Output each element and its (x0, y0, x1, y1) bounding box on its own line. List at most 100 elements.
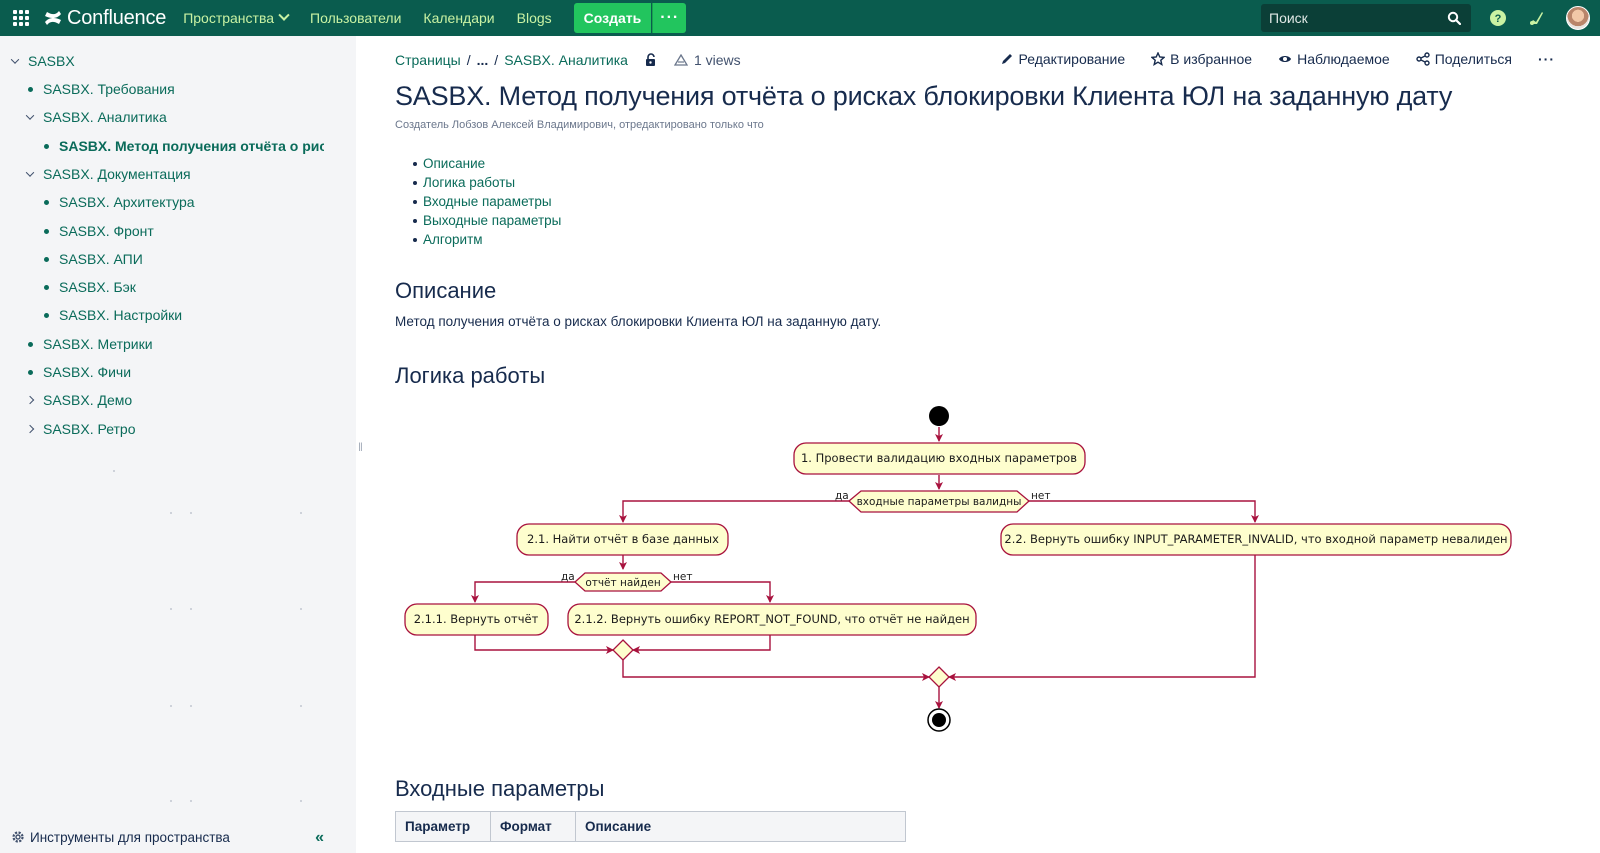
sidebar-item-label: SASBX. Метрики (43, 336, 153, 352)
breadcrumb-pages[interactable]: Страницы (395, 52, 461, 68)
space-tools-button[interactable]: Инструменты для пространства « (0, 821, 356, 853)
nav-blogs-label: Blogs (516, 10, 552, 26)
table-header: Описание (575, 811, 906, 842)
chevron-right-icon[interactable] (24, 423, 36, 435)
toc-link[interactable]: Входные параметры (412, 192, 561, 211)
share-label: Поделиться (1434, 51, 1512, 67)
sidebar-item-label: SASBX. Аналитика (43, 109, 167, 125)
nav-users[interactable]: Пользователи (310, 10, 401, 26)
more-create-button[interactable]: ··· (652, 3, 687, 33)
toc-link[interactable]: Выходные параметры (412, 211, 561, 230)
sidebar-item[interactable]: SASBX. Документация (24, 161, 191, 187)
edit-button[interactable]: Редактирование (1000, 51, 1125, 67)
decorative-dot (113, 470, 115, 472)
heading-description: Описание (395, 278, 497, 303)
sidebar-item[interactable]: SASBX. Требования (24, 76, 175, 102)
sidebar-item[interactable]: SASBX. Ретро (24, 416, 136, 442)
sidebar-item[interactable]: SASBX. Фронт (40, 218, 154, 244)
table-header: Параметр (395, 811, 491, 842)
description-text: Метод получения отчёта о рисках блокиров… (395, 314, 882, 329)
decorative-dot (170, 512, 172, 514)
breadcrumb-analytics[interactable]: SASBX. Аналитика (504, 52, 628, 68)
search-input[interactable]: Поиск (1261, 4, 1471, 32)
sidebar-item[interactable]: SASBX. Аналитика (24, 104, 167, 130)
chevron-down-icon[interactable] (24, 111, 36, 123)
nav-spaces[interactable]: Пространства (183, 9, 290, 26)
notifications-icon[interactable] (1527, 9, 1545, 27)
chevron-right-icon[interactable] (24, 394, 36, 406)
sidebar-item[interactable]: SASBX. Архитектура (40, 189, 195, 215)
chevron-down-icon[interactable] (24, 168, 36, 180)
decorative-dot (170, 608, 172, 610)
unlock-icon[interactable] (644, 53, 658, 67)
sidebar-item-label: SASBX. Документация (43, 166, 191, 182)
watch-button[interactable]: Наблюдаемое (1278, 51, 1390, 67)
decorative-dot (300, 705, 302, 707)
sidebar-item-label: SASBX. Фичи (43, 364, 132, 380)
sidebar-item[interactable]: SASBX. Метрики (24, 331, 153, 357)
activity-return-invalid-label: 2.2. Вернуть ошибку INPUT_PARAMETER_INVA… (1004, 532, 1507, 546)
more-actions-icon[interactable]: ··· (1538, 51, 1555, 67)
user-avatar[interactable] (1566, 6, 1590, 30)
decorative-dot (190, 608, 192, 610)
collapse-sidebar-icon[interactable]: « (315, 829, 324, 847)
toc-link[interactable]: Логика работы (412, 173, 561, 192)
bullet-icon (24, 83, 36, 95)
sidebar-item-label: SASBX. Настройки (59, 307, 183, 323)
sidebar-item[interactable]: SASBX. Демо (24, 387, 132, 413)
app-switcher-icon[interactable] (13, 10, 29, 26)
share-icon (1415, 52, 1430, 66)
sidebar-resize-handle[interactable]: ‖ (358, 440, 363, 454)
table-header: Формат (490, 811, 576, 842)
gear-icon (12, 831, 24, 843)
main-nav: Пространства Пользователи Календари Blog… (183, 3, 687, 33)
sidebar-item[interactable]: SASBX. Настройки (40, 302, 182, 328)
heading-input-params: Входные параметры (395, 776, 605, 801)
nav-calendars[interactable]: Календари (423, 10, 494, 26)
sidebar-item[interactable]: SASBX (9, 48, 75, 74)
bullet-icon (40, 196, 52, 208)
decorative-dot (190, 705, 192, 707)
nav-spaces-label: Пространства (183, 10, 275, 26)
activity-diagram: 1. Провести валидацию входных параметров… (404, 406, 1512, 732)
breadcrumb-ellipsis[interactable]: ... (477, 52, 489, 68)
favorite-label: В избранное (1170, 51, 1253, 67)
nav-calendars-label: Календари (423, 10, 495, 26)
top-navigation-bar: Confluence Пространства Пользователи Кал… (0, 0, 1600, 36)
decorative-dot (300, 512, 302, 514)
activity-return-not-found-label: 2.1.2. Вернуть ошибку REPORT_NOT_FOUND, … (574, 612, 969, 626)
favorite-button[interactable]: В избранное (1151, 51, 1252, 67)
merge-node (612, 639, 634, 661)
toc-link[interactable]: Алгоритм (412, 230, 561, 249)
confluence-logo-icon (45, 11, 61, 25)
chevron-down-icon[interactable] (9, 55, 21, 67)
activity-validate-label: 1. Провести валидацию входных параметров (801, 451, 1077, 465)
page-views-count: 1 views (693, 52, 741, 68)
sidebar-item-label: SASBX. Требования (43, 81, 175, 97)
confluence-logo[interactable]: Confluence (43, 7, 166, 30)
watch-label: Наблюдаемое (1297, 51, 1390, 67)
start-node (929, 406, 949, 426)
search-icon[interactable] (1447, 11, 1461, 25)
sidebar-item-label: SASBX. АПИ (59, 251, 143, 267)
share-button[interactable]: Поделиться (1415, 51, 1512, 67)
bullet-icon (40, 253, 52, 265)
toc-link[interactable]: Описание (412, 154, 561, 173)
sidebar-item-label: SASBX. Демо (43, 392, 133, 408)
sidebar-item[interactable]: SASBX. Метод получения отчёта о рис (40, 133, 324, 159)
space-sidebar: SASBX SASBX. Требования SASBX. Аналитика SA… (0, 36, 356, 853)
bullet-icon (24, 338, 36, 350)
page-views[interactable]: 1 views (673, 52, 741, 68)
sidebar-item[interactable]: SASBX. Бэк (40, 274, 136, 300)
analytics-icon (673, 54, 688, 66)
help-icon[interactable]: ? (1489, 9, 1507, 27)
sidebar-item[interactable]: SASBX. Фичи (24, 359, 131, 385)
decorative-dot (190, 800, 192, 802)
breadcrumb-separator: / (466, 52, 471, 68)
sidebar-item-label: SASBX (28, 53, 75, 69)
sidebar-item[interactable]: SASBX. АПИ (40, 246, 143, 272)
create-button[interactable]: Создать (573, 3, 652, 33)
nav-blogs[interactable]: Blogs (517, 10, 552, 26)
branch-yes-label: да (835, 490, 849, 502)
bullet-icon (40, 225, 52, 237)
